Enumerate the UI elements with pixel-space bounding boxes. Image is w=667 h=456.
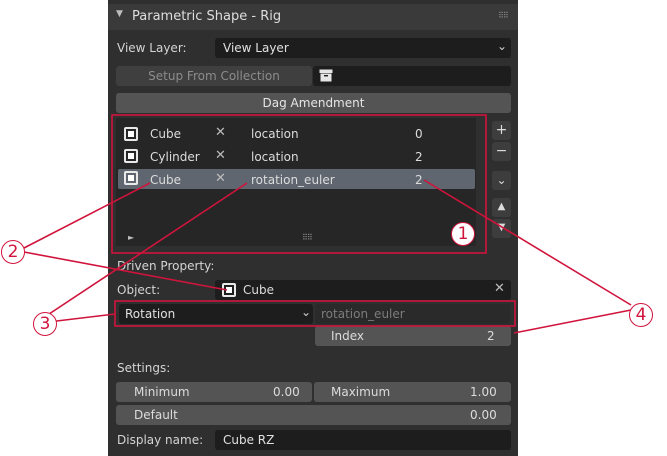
annotation-overlay: [23, 114, 632, 334]
annotation-line: [23, 182, 151, 249]
annotation-marker-1: 1: [451, 222, 475, 246]
annotation-marker-3: 3: [33, 312, 57, 336]
annotation-box-property: [114, 300, 516, 327]
annotation-marker-4: 4: [629, 303, 653, 327]
annotation-line: [513, 309, 632, 334]
annotation-marker-2: 2: [1, 240, 25, 264]
annotation-line: [39, 182, 248, 321]
annotation-line: [23, 251, 228, 291]
